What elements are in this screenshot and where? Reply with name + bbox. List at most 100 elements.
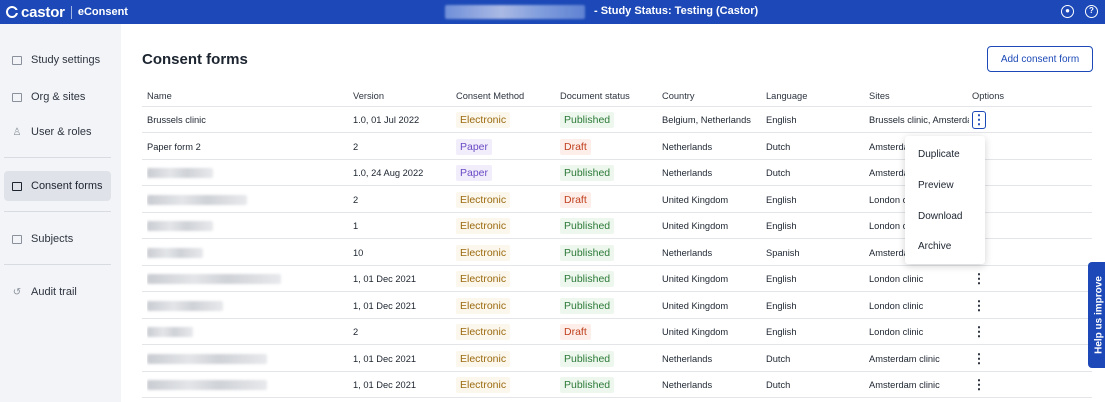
cell-document-status: Draft [560,319,660,344]
status-badge: Published [560,376,615,393]
cell-sites: Amsterdam clinic [869,379,940,390]
org-sites-icon [12,92,22,102]
status-badge: Published [560,164,615,181]
cell-document-status: Published [560,107,660,132]
cell-document-status: Published [560,372,660,397]
cell-name-redacted [147,266,347,291]
cell-country: Netherlands [662,141,713,152]
redacted-text [147,194,247,205]
cell-language: Dutch [766,379,791,390]
menu-item-duplicate[interactable]: Duplicate [905,139,985,169]
cell-name-redacted [147,293,347,318]
cell-name: Brussels clinic [147,114,206,125]
cell-document-status: Draft [560,187,660,212]
cell-consent-method: Electronic [456,319,556,344]
help-icon[interactable]: ? [1085,5,1098,18]
table-row[interactable]: 2 Electronic Draft United Kingdom English Lon… [142,319,1092,345]
menu-item-archive[interactable]: Archive [905,231,985,261]
menu-item-preview[interactable]: Preview [905,170,985,200]
consent-method-badge: Electronic [456,191,511,208]
cell-country: United Kingdom [662,220,729,231]
cell-country: United Kingdom [662,326,729,337]
cell-options: ⋮ [972,293,1032,318]
column-header-language[interactable]: Language [766,86,866,106]
redacted-text [147,273,281,284]
cell-document-status: Published [560,346,660,371]
cell-name-redacted [147,213,347,238]
cell-document-status: Published [560,293,660,318]
cell-consent-method: Electronic [456,346,556,371]
table-row[interactable]: 1, 01 Dec 2021 Electronic Published Netherl… [142,372,1092,398]
study-name-redacted [445,5,585,19]
status-badge: Draft [560,191,591,208]
column-header-consent-method[interactable]: Consent Method [456,86,556,106]
sidebar-item-study-settings[interactable]: Study settings [4,45,111,75]
column-header-sites[interactable]: Sites [869,86,969,106]
table-row[interactable]: Brussels clinic 1.0, 01 Jul 2022 Electroni… [142,107,1092,133]
product-name: eConsent [77,6,128,18]
cell-version: 1.0, 01 Jul 2022 [353,114,420,125]
sidebar-item-consent-forms[interactable]: Consent forms [4,171,111,201]
sidebar-divider [4,211,111,212]
cell-name: Paper form 2 [147,141,201,152]
column-header-country[interactable]: Country [662,86,762,106]
status-badge: Published [560,297,615,314]
consent-method-badge: Electronic [456,323,511,340]
table-row[interactable]: 1, 01 Dec 2021 Electronic Published Netherl… [142,346,1092,372]
cell-language: English [766,300,797,311]
cell-language: Dutch [766,167,791,178]
table-row[interactable]: 1, 01 Dec 2021 Electronic Published United … [142,293,1092,319]
consent-method-badge: Electronic [456,244,511,261]
cell-name-redacted [147,240,347,265]
status-badge: Published [560,350,615,367]
menu-item-download[interactable]: Download [905,201,985,231]
more-options-icon[interactable]: ⋮ [972,110,986,129]
user-icon[interactable]: ● [1061,5,1074,18]
more-options-icon[interactable]: ⋮ [972,270,986,288]
cell-options: ⋮ [972,266,1032,291]
more-options-icon[interactable]: ⋮ [972,323,986,341]
column-header-document-status[interactable]: Document status [560,86,660,106]
cell-language: English [766,326,797,337]
cell-consent-method: Paper [456,160,556,185]
status-badge: Draft [560,323,591,340]
castor-logo[interactable]: castor eConsent [6,3,128,21]
column-header-version[interactable]: Version [353,86,453,106]
sidebar-item-label: Subjects [31,233,74,245]
redacted-text [147,379,267,390]
castor-logo-icon [6,6,19,18]
more-options-icon[interactable]: ⋮ [972,376,986,394]
cell-version: 10 [353,247,364,258]
sidebar-item-user-roles[interactable]: ♙ User & roles [4,117,111,147]
consent-method-badge: Electronic [456,111,511,128]
cell-consent-method: Electronic [456,372,556,397]
more-options-icon[interactable]: ⋮ [972,350,986,368]
cell-name-redacted [147,319,347,344]
cell-version: 1.0, 24 Aug 2022 [353,167,424,178]
cell-language: English [766,194,797,205]
help-us-improve-tab[interactable]: Help us improve [1088,262,1105,368]
cell-consent-method: Electronic [456,240,556,265]
redacted-text [147,220,213,231]
sidebar-item-org-sites[interactable]: Org & sites [4,82,111,112]
sidebar-item-subjects[interactable]: Subjects [4,224,111,254]
add-consent-form-button[interactable]: Add consent form [987,46,1093,72]
cell-country: United Kingdom [662,194,729,205]
cell-consent-method: Electronic [456,107,556,132]
sidebar-item-audit-trail[interactable]: ↺ Audit trail [4,277,111,307]
column-header-options: Options [972,91,1005,101]
table-header-row: Name Version Consent Method Document sta… [142,86,1092,107]
cell-sites: London clinic [869,273,924,284]
cell-options: ⋮ [972,319,1032,344]
table-row[interactable]: 1, 01 Dec 2021 Electronic Published United … [142,266,1092,292]
cell-language: English [766,273,797,284]
column-header-name[interactable]: Name [147,86,347,106]
cell-options: ⋮ [972,107,1032,132]
consent-forms-icon [12,181,22,191]
more-options-icon[interactable]: ⋮ [972,297,986,315]
consent-method-badge: Electronic [456,297,511,314]
cell-version: 2 [353,194,359,205]
redacted-text [147,326,193,337]
cell-version: 2 [353,326,359,337]
cell-name-redacted [147,160,347,185]
